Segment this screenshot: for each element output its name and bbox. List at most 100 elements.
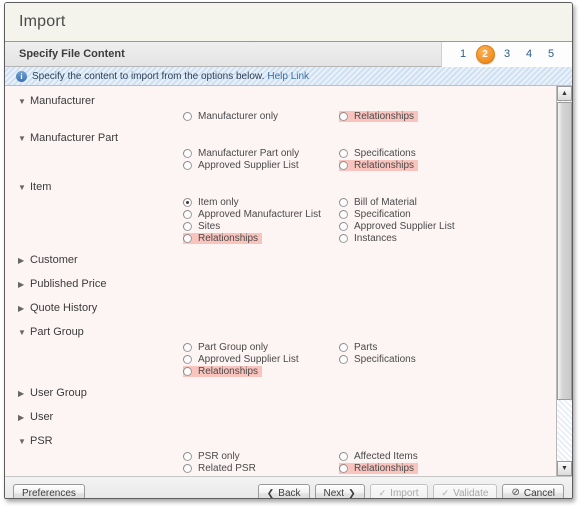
radio-option-instances[interactable]: Instances [339, 233, 401, 244]
cancel-button[interactable]: ⊘ Cancel [502, 483, 564, 498]
step-3[interactable]: 3 [496, 42, 518, 67]
option-group-psr: ▼ PSR PSR only Related PSR Affected Items Rel… [5, 435, 556, 476]
page-title: Import [19, 13, 66, 30]
group-header-manufacturer-part[interactable]: ▼ Manufacturer Part [5, 132, 556, 147]
radio-option-manufacturer-part-only[interactable]: Manufacturer Part only [183, 148, 303, 159]
radio-button-icon[interactable] [339, 112, 348, 121]
radio-button-icon[interactable] [183, 367, 192, 376]
radio-button-icon[interactable] [339, 234, 348, 243]
group-header-psr[interactable]: ▼ PSR [5, 435, 556, 450]
radio-option-item-only[interactable]: Item only [183, 197, 243, 208]
option-label: Part Group only [198, 342, 269, 353]
radio-button-icon[interactable] [183, 222, 192, 231]
radio-button-icon[interactable] [339, 149, 348, 158]
radio-option-relationships[interactable]: Relationships [183, 366, 263, 377]
radio-button-icon[interactable] [183, 149, 192, 158]
radio-button-icon[interactable] [339, 343, 348, 352]
step-2[interactable]: 2 [474, 42, 496, 67]
radio-option-approved-manufacturer-list[interactable]: Approved Manufacturer List [183, 209, 325, 220]
step-5[interactable]: 5 [540, 42, 562, 67]
radio-option-specification[interactable]: Specification [339, 209, 415, 220]
chevron-right-icon[interactable]: ▶ [18, 278, 27, 291]
section-header-bar: Specify File Content 12345 [5, 41, 572, 67]
radio-option-parts[interactable]: Parts [339, 342, 381, 353]
option-group-published-price: ▶ Published Price [5, 278, 556, 302]
radio-option-relationships[interactable]: Relationships [339, 160, 419, 171]
radio-option-sites[interactable]: Sites [183, 221, 224, 232]
group-label: Manufacturer [30, 95, 95, 107]
radio-button-icon[interactable] [339, 355, 348, 364]
next-button[interactable]: Next ❯ [314, 483, 365, 498]
group-label: Item [30, 181, 52, 193]
radio-button-icon[interactable] [339, 161, 348, 170]
radio-button-icon[interactable] [339, 210, 348, 219]
group-header-user[interactable]: ▶ User [5, 411, 556, 426]
radio-button-icon[interactable] [183, 210, 192, 219]
group-label: Quote History [30, 302, 98, 314]
radio-option-approved-supplier-list[interactable]: Approved Supplier List [339, 221, 459, 232]
group-header-customer[interactable]: ▶ Customer [5, 254, 556, 269]
radio-button-icon[interactable] [183, 198, 192, 207]
group-header-published-price[interactable]: ▶ Published Price [5, 278, 556, 293]
radio-option-bill-of-material[interactable]: Bill of Material [339, 197, 421, 208]
radio-button-icon[interactable] [183, 112, 192, 121]
radio-option-approved-supplier-list[interactable]: Approved Supplier List [183, 160, 303, 171]
chevron-right-icon[interactable]: ▶ [18, 387, 27, 400]
chevron-down-icon[interactable]: ▼ [18, 435, 27, 448]
radio-button-icon[interactable] [183, 161, 192, 170]
radio-button-icon[interactable] [183, 355, 192, 364]
step-1[interactable]: 1 [452, 42, 474, 67]
group-header-quote-history[interactable]: ▶ Quote History [5, 302, 556, 317]
scroll-up-button[interactable]: ▲ [557, 86, 572, 101]
group-header-user-group[interactable]: ▶ User Group [5, 387, 556, 402]
step-4[interactable]: 4 [518, 42, 540, 67]
radio-option-related-psr[interactable]: Related PSR [183, 463, 260, 474]
options-column-left: Part Group only Approved Supplier List Rel… [183, 342, 339, 378]
radio-option-approved-supplier-list[interactable]: Approved Supplier List [183, 354, 303, 365]
radio-option-manufacturer-only[interactable]: Manufacturer only [183, 111, 282, 122]
group-header-part-group[interactable]: ▼ Part Group [5, 326, 556, 341]
radio-button-icon[interactable] [183, 452, 192, 461]
radio-option-relationships[interactable]: Relationships [339, 111, 419, 122]
section-title: Specify File Content [19, 48, 125, 60]
back-button[interactable]: ❮ Back [257, 483, 310, 498]
chevron-down-icon[interactable]: ▼ [18, 181, 27, 194]
radio-button-icon[interactable] [183, 343, 192, 352]
option-group-customer: ▶ Customer [5, 254, 556, 278]
group-label: Published Price [30, 278, 107, 290]
chevron-right-icon[interactable]: ▶ [18, 302, 27, 315]
radio-button-icon[interactable] [183, 234, 192, 243]
scrollbar-thumb[interactable] [557, 102, 572, 400]
chevron-right-icon[interactable]: ▶ [18, 254, 27, 267]
chevron-down-icon[interactable]: ▼ [18, 95, 27, 108]
chevron-down-icon[interactable]: ▼ [18, 326, 27, 339]
option-label: Related PSR [198, 463, 256, 474]
radio-button-icon[interactable] [339, 198, 348, 207]
scroll-up-icon: ▲ [561, 90, 568, 97]
group-header-item[interactable]: ▼ Item [5, 181, 556, 196]
chevron-right-icon[interactable]: ▶ [18, 411, 27, 424]
option-label: Instances [354, 233, 397, 244]
radio-option-relationships[interactable]: Relationships [183, 233, 263, 244]
help-link[interactable]: Help Link [267, 71, 309, 82]
chevron-down-icon[interactable]: ▼ [18, 132, 27, 145]
radio-option-relationships[interactable]: Relationships [339, 463, 419, 474]
radio-option-psr-only[interactable]: PSR only [183, 451, 244, 462]
option-label: Parts [354, 342, 378, 353]
radio-option-specifications[interactable]: Specifications [339, 148, 420, 159]
radio-button-icon[interactable] [339, 464, 348, 473]
radio-option-part-group-only[interactable]: Part Group only [183, 342, 272, 353]
option-label: Specifications [354, 354, 416, 365]
vertical-scrollbar[interactable]: ▲ ▼ [556, 86, 572, 476]
import-wizard-window: Import Specify File Content 12345 i Spec… [0, 0, 579, 506]
radio-option-affected-items[interactable]: Affected Items [339, 451, 422, 462]
radio-button-icon[interactable] [183, 464, 192, 473]
group-header-manufacturer[interactable]: ▼ Manufacturer [5, 95, 556, 110]
radio-option-specifications[interactable]: Specifications [339, 354, 420, 365]
scroll-down-button[interactable]: ▼ [557, 461, 572, 476]
radio-button-icon[interactable] [339, 222, 348, 231]
preferences-button[interactable]: Preferences [13, 483, 85, 498]
check-icon: ✓ [441, 487, 450, 498]
window-titlebar: Import [5, 3, 572, 42]
radio-button-icon[interactable] [339, 452, 348, 461]
